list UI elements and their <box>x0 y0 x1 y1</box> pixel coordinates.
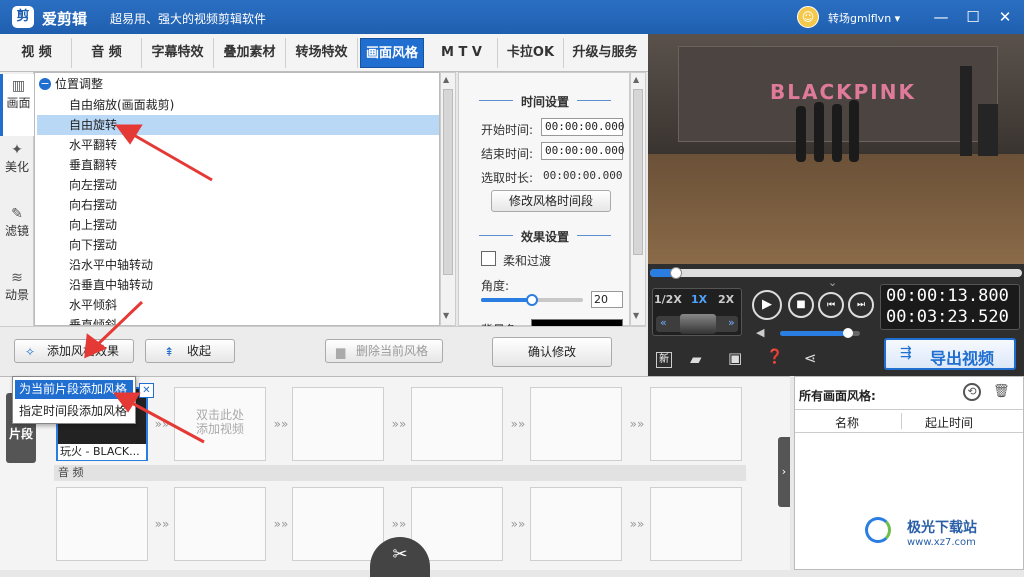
annotation-arrow <box>115 124 213 182</box>
annotation-arrow <box>84 300 144 359</box>
annotation-arrow <box>113 392 205 444</box>
annotation-arrows <box>84 124 213 444</box>
